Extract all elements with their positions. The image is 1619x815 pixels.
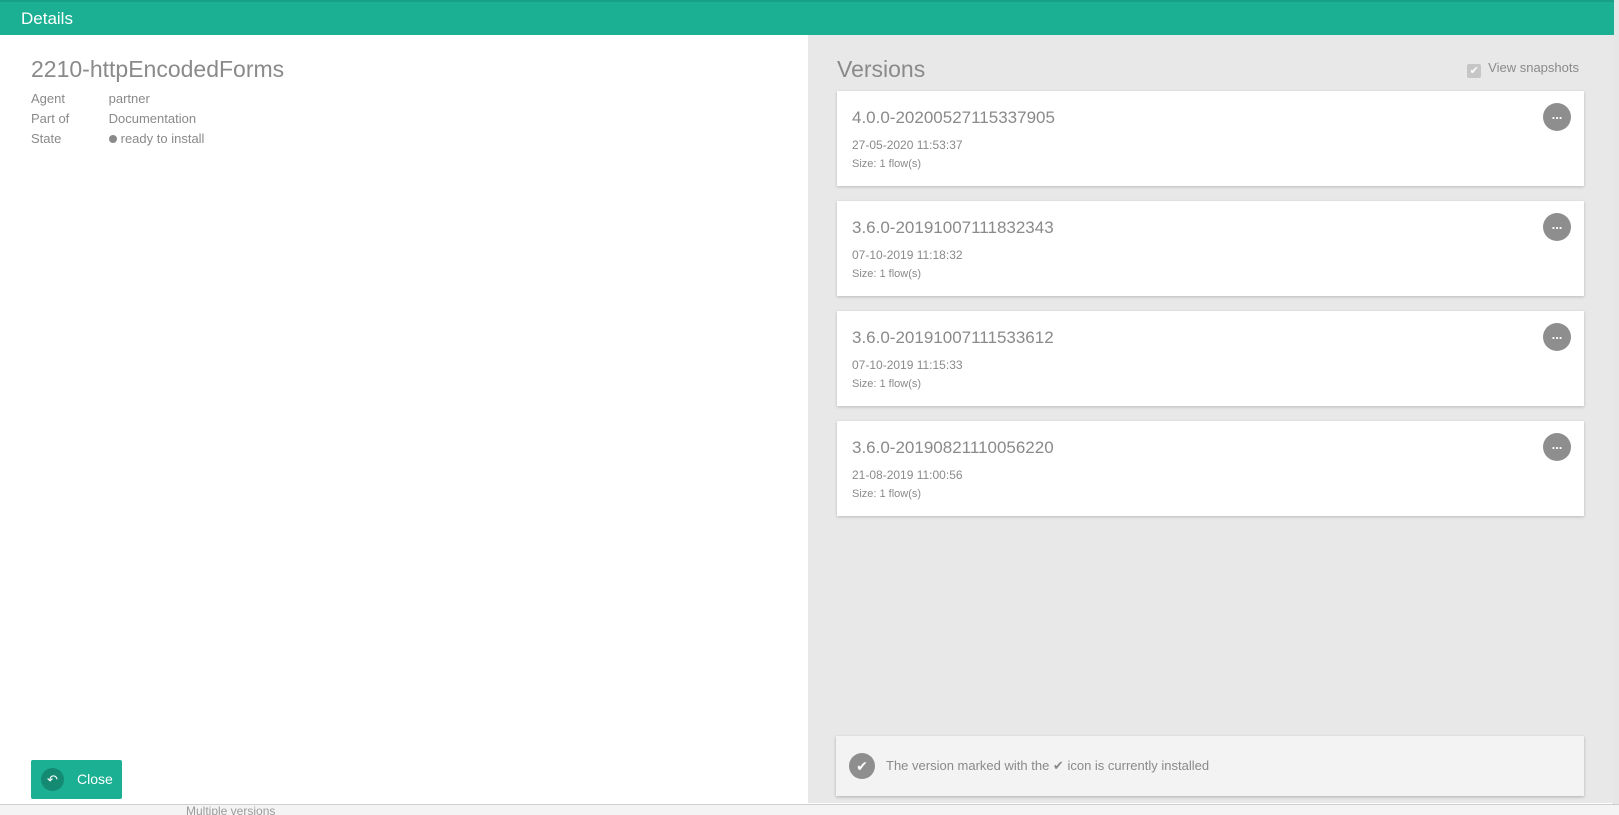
property-label: State (31, 131, 62, 146)
version-card[interactable]: 3.6.0-20191007111533612 07-10-2019 11:15… (837, 311, 1584, 406)
close-button[interactable]: ↶ Close (31, 760, 122, 799)
version-date: 27-05-2020 11:53:37 (852, 138, 963, 152)
version-name: 4.0.0-20200527115337905 (852, 108, 1055, 127)
state-value: ready to install (108, 131, 205, 146)
version-date: 07-10-2019 11:18:32 (852, 248, 963, 262)
state-text: ready to install (120, 131, 205, 146)
property-row-part-of: Part of Documentation (31, 111, 196, 126)
version-size: Size: 1 flow(s) (852, 378, 922, 390)
page: Multiple versions Details 2210-httpEncod… (0, 0, 1619, 815)
property-label: Part of (31, 111, 70, 126)
state-dot-icon (108, 135, 117, 143)
version-name: 3.6.0-20190821110056220 (852, 438, 1054, 457)
background-partial-text: Multiple versions (186, 804, 276, 815)
modal-title: Details (21, 9, 73, 28)
version-size: Size: 1 flow(s) (852, 488, 922, 500)
view-snapshots-toggle[interactable]: ✔ View snapshots (1467, 60, 1579, 78)
version-size: Size: 1 flow(s) (852, 268, 922, 280)
view-snapshots-checkbox[interactable]: ✔ (1467, 64, 1482, 78)
property-row-agent: Agent partner (31, 91, 150, 106)
version-card[interactable]: 4.0.0-20200527115337905 27-05-2020 11:53… (837, 91, 1584, 186)
versions-title: Versions (837, 56, 926, 82)
inline-checkmark-icon: ✔ (1052, 758, 1064, 773)
close-button-label: Close (77, 771, 113, 787)
return-arrow-icon: ↶ (41, 768, 64, 791)
version-more-button[interactable]: ... (1543, 433, 1571, 461)
info-text-before: The version marked with the (886, 758, 1050, 773)
version-name: 3.6.0-20191007111832343 (852, 218, 1054, 237)
info-text-after: icon is currently installed (1067, 758, 1210, 773)
version-more-button[interactable]: ... (1543, 103, 1571, 131)
version-card[interactable]: 3.6.0-20190821110056220 21-08-2019 11:00… (837, 421, 1584, 516)
versions-pane: Versions ✔ View snapshots 4.0.0-202005271… (808, 35, 1614, 803)
view-snapshots-label: View snapshots (1488, 60, 1579, 75)
property-value: partner (108, 91, 150, 106)
version-date: 21-08-2019 11:00:56 (852, 468, 963, 482)
property-value: Documentation (108, 111, 197, 126)
version-card[interactable]: 3.6.0-20191007111832343 07-10-2019 11:18… (837, 201, 1584, 296)
property-row-state: State ready to install (31, 131, 204, 146)
version-more-button[interactable]: ... (1543, 323, 1571, 351)
checkmark-icon: ✔ (849, 753, 875, 779)
installed-info-bar: ✔ The version marked with the ✔ icon is … (836, 736, 1584, 796)
details-modal: Details 2210-httpEncodedForms Agent part… (0, 0, 1614, 803)
background-page-strip: Multiple versions (0, 804, 1619, 815)
details-pane: 2210-httpEncodedForms Agent partner Part… (0, 35, 808, 803)
version-size: Size: 1 flow(s) (852, 158, 922, 170)
modal-header: Details (0, 0, 1614, 35)
version-name: 3.6.0-20191007111533612 (852, 328, 1054, 347)
item-title: 2210-httpEncodedForms (31, 56, 285, 82)
version-date: 07-10-2019 11:15:33 (852, 358, 963, 372)
installed-info-text: The version marked with the ✔ icon is cu… (886, 758, 1209, 774)
version-more-button[interactable]: ... (1543, 213, 1571, 241)
property-label: Agent (31, 91, 65, 106)
